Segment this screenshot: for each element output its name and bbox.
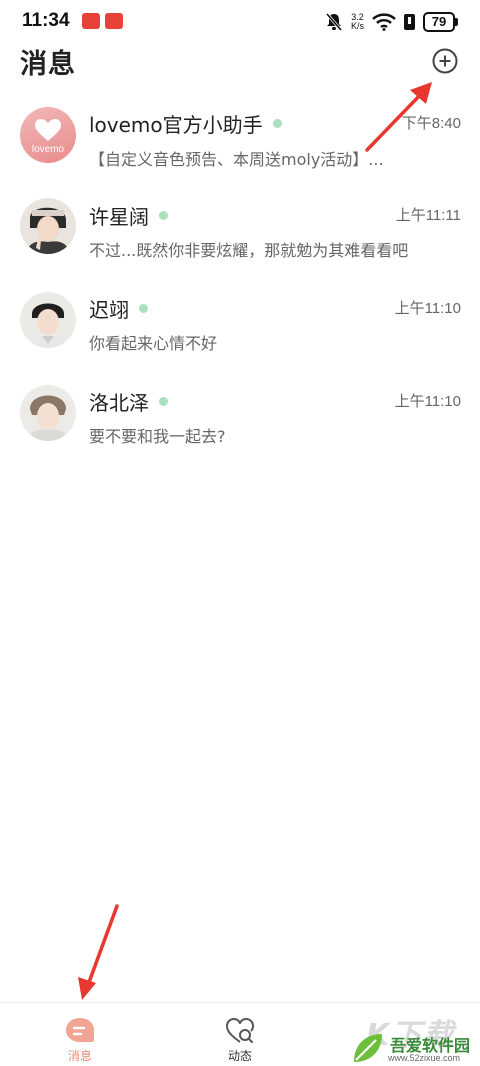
heart-search-icon: [226, 1018, 254, 1043]
watermark-url: www.52zixue.com: [388, 1053, 461, 1063]
battery-tip: [455, 18, 458, 26]
plus-circle-icon[interactable]: [431, 47, 459, 75]
tab-messages[interactable]: 消息: [30, 1011, 130, 1065]
conversation-name-text: 洛北泽: [89, 391, 149, 415]
conversation-name: 洛北泽: [89, 387, 168, 416]
status-time: 11:34: [22, 10, 70, 31]
battery-icon: 79: [423, 12, 458, 32]
conversation-preview: 不过...既然你非要炫耀，那就勉为其难看看吧: [89, 241, 409, 260]
conversation-preview: 要不要和我一起去?: [89, 427, 226, 446]
arrow-to-messages-tab: [78, 904, 119, 1000]
status-bar: 11:34 3.2 K/s 79: [0, 0, 480, 44]
portrait-avatar-icon: [28, 395, 68, 441]
conversation-name-text: lovemo官方小助手: [89, 113, 263, 137]
conversation-time: 下午8:40: [401, 115, 461, 132]
app-badge-icon: [82, 13, 100, 29]
online-dot: [159, 211, 168, 220]
conversation-name: 迟翊: [89, 294, 148, 323]
avatar: lovemo: [20, 107, 76, 163]
online-dot: [272, 119, 282, 128]
conversation-name-text: 迟翊: [89, 298, 129, 322]
tab-messages-label: 消息: [67, 1049, 92, 1063]
conversation-name-text: 许星阔: [89, 205, 149, 229]
conversation-preview: 你看起来心情不好: [89, 334, 218, 353]
online-dot: [159, 397, 168, 406]
app-badge-icon: [105, 13, 123, 29]
conversation-item-luo-beize[interactable]: 洛北泽 上午11:10 要不要和我一起去?: [0, 379, 480, 471]
portrait-avatar-icon: [28, 303, 68, 348]
conversation-time: 上午11:11: [395, 207, 461, 224]
conversation-time: 上午11:10: [394, 300, 461, 317]
watermark: K下载 吾爱软件园 www.52zixue.com: [348, 1008, 480, 1066]
conversation-time: 上午11:10: [394, 393, 461, 410]
tab-moments-label: 动态: [227, 1049, 252, 1063]
online-dot: [139, 304, 148, 313]
battery-level: 79: [423, 12, 455, 32]
net-speed-unit: K/s: [350, 21, 364, 31]
wifi-icon: [372, 13, 396, 31]
conversation-item-xu-xingkuo[interactable]: 许星阔 上午11:11 不过...既然你非要炫耀，那就勉为其难看看吧: [0, 193, 480, 285]
portrait-avatar-icon: [26, 207, 70, 254]
avatar: [20, 385, 76, 441]
conversation-item-chi-yi[interactable]: 迟翊 上午11:10 你看起来心情不好: [0, 286, 480, 378]
conversation-name: lovemo官方小助手: [89, 109, 282, 138]
status-icons: 3.2 K/s 79: [325, 11, 458, 33]
sim-icon: [404, 14, 415, 30]
avatar: [20, 198, 76, 254]
tab-moments[interactable]: 动态: [190, 1011, 290, 1065]
chat-bubble-icon: [66, 1018, 94, 1042]
conversation-preview: 【自定义音色预告、本周送moly活动】...: [89, 150, 384, 169]
leaf-logo-icon: [354, 1034, 382, 1062]
net-speed: 3.2 K/s: [351, 13, 364, 31]
page-title: 消息: [20, 49, 76, 80]
avatar: [20, 292, 76, 348]
conversation-name: 许星阔: [89, 201, 168, 230]
conversation-item-lovemo[interactable]: lovemo lovemo官方小助手 下午8:40 【自定义音色预告、本周送mo…: [0, 100, 480, 192]
bell-muted-icon: [325, 13, 343, 31]
avatar-logo-text: lovemo: [31, 144, 65, 155]
